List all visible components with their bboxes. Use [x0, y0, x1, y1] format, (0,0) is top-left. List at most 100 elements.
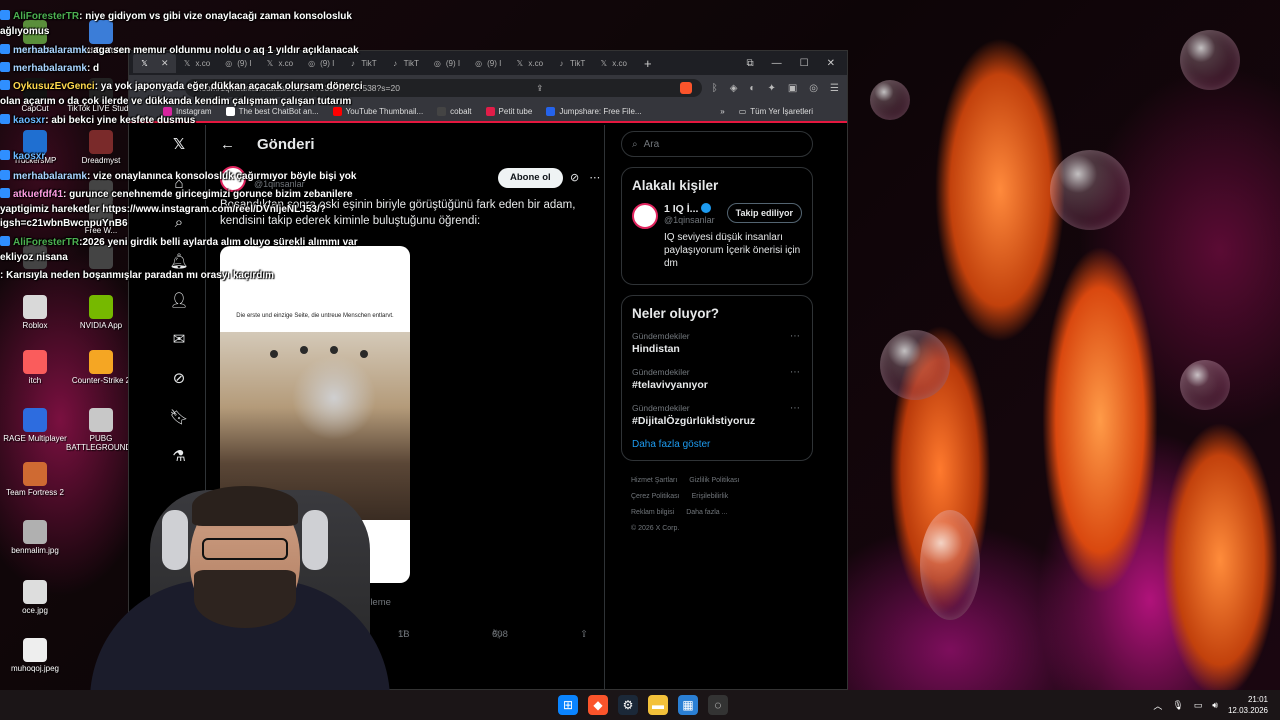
- tab-label: (9) I: [237, 58, 252, 68]
- bookmark-favicon-icon: [332, 106, 342, 116]
- trend-more-icon[interactable]: ⋯: [790, 331, 800, 342]
- trend-item[interactable]: Gündemdekiler #telavivyanıyor ⋯: [632, 367, 802, 391]
- bookmark-list: Instagram The best ChatBot an... YouTube T…: [163, 106, 642, 116]
- clock[interactable]: 21:01 12.03.2026: [1228, 694, 1268, 716]
- minimize-button[interactable]: —: [772, 58, 782, 69]
- close-window-button[interactable]: ✕: [827, 58, 835, 69]
- browser-tab[interactable]: ◎ (9) I: [217, 53, 258, 73]
- chat-text: ağlıyomus: [0, 26, 50, 37]
- browser-tab[interactable]: ◎ (9) I: [426, 53, 467, 73]
- wallet-icon[interactable]: ▣: [788, 83, 797, 94]
- bookmark-item[interactable]: The best ChatBot an...: [225, 106, 319, 116]
- following-button[interactable]: Takip ediliyor: [726, 203, 802, 223]
- desktop-shortcut[interactable]: RAGE Multiplayer: [0, 408, 70, 443]
- desktop-shortcut[interactable]: Team Fortress 2: [0, 462, 70, 497]
- desktop-shortcut[interactable]: itch: [0, 350, 70, 385]
- browser-tab[interactable]: 𝕏x.co: [508, 53, 550, 73]
- bluetooth-icon[interactable]: ᛒ: [712, 83, 718, 94]
- bookmark-item[interactable]: Jumpshare: Free File...: [546, 106, 642, 116]
- volume-icon[interactable]: 🔊︎: [1212, 700, 1218, 711]
- chat-username: merhabalaramk: [13, 45, 87, 56]
- app-icon[interactable]: ◌: [708, 695, 728, 715]
- bookmark-item[interactable]: YouTube Thumbnail...: [332, 106, 423, 116]
- notifications-icon[interactable]: 🔔︎: [169, 252, 189, 272]
- browser-tab[interactable]: ◎ (9) I: [467, 53, 508, 73]
- brave-browser-icon[interactable]: ◆: [588, 695, 608, 715]
- footer-link[interactable]: Çerez Politikası: [631, 493, 680, 500]
- app-icon: [23, 520, 47, 544]
- footer-link[interactable]: Erişilebilirlik: [692, 493, 729, 500]
- bookmark-item[interactable]: Petit tube: [485, 106, 532, 116]
- desktop-shortcut[interactable]: muhoqoj.jpeg: [0, 638, 70, 673]
- desktop-shortcut[interactable]: Counter-Strike 2: [66, 350, 136, 385]
- desktop-shortcut[interactable]: Roblox: [0, 295, 70, 330]
- messages-icon[interactable]: ✉: [169, 330, 189, 350]
- show-more-link[interactable]: Daha fazla göster: [632, 439, 802, 450]
- x-logo-icon[interactable]: 𝕏: [169, 135, 189, 155]
- chat-message: ağlıyomus: [0, 26, 49, 37]
- browser-tab[interactable]: ♪ TikT: [550, 53, 592, 73]
- footer-link[interactable]: Daha fazla ...: [686, 509, 727, 516]
- menu-icon[interactable]: ☰: [830, 83, 839, 94]
- maximize-button[interactable]: ☐: [800, 58, 809, 69]
- windows-start-icon[interactable]: ⊞: [558, 695, 578, 715]
- trend-item[interactable]: Gündemdekiler #DijitalÖzgürlükİstiyoruz ⋯: [632, 403, 802, 427]
- desktop-shortcut[interactable]: NVIDIA App: [66, 295, 136, 330]
- trend-topic: #DijitalÖzgürlükİstiyoruz: [632, 415, 756, 427]
- related-account[interactable]: 1 IQ İ... @1qinsanlar Takip ediliyor: [632, 203, 802, 229]
- file-explorer-icon[interactable]: ▬: [648, 695, 668, 715]
- install-icon[interactable]: ⇪: [536, 83, 543, 94]
- browser-tab[interactable]: ♪ TikT: [341, 53, 383, 73]
- chat-message: ekliyoz nisana: [0, 252, 68, 263]
- bookmark-label: Jumpshare: Free File...: [559, 106, 642, 116]
- trend-item[interactable]: Gündemdekiler Hindistan ⋯: [632, 331, 802, 355]
- desktop-shortcut[interactable]: Dreadmyst: [66, 130, 136, 165]
- leo-icon[interactable]: ◎: [809, 83, 818, 94]
- footer-link[interactable]: Hizmet Şartları: [631, 477, 677, 484]
- vpn-icon[interactable]: ◈: [730, 83, 738, 94]
- desktop-shortcut[interactable]: oce.jpg: [0, 580, 70, 615]
- browser-tab[interactable]: 𝕏 ✕: [133, 53, 176, 73]
- desktop-shortcut[interactable]: PUBG BATTLEGROUNDS: [66, 408, 137, 452]
- more-options-icon[interactable]: ⋯: [589, 171, 600, 184]
- new-tab-button[interactable]: +: [644, 56, 652, 71]
- bookmark-item[interactable]: cobalt: [437, 106, 472, 116]
- browser-tab[interactable]: 𝕏x.co: [176, 53, 218, 73]
- extensions-icon[interactable]: ⧉: [747, 58, 754, 69]
- extension-icon[interactable]: ◐: [749, 83, 755, 94]
- browser-tab[interactable]: 𝕏x.co: [592, 53, 634, 73]
- trend-more-icon[interactable]: ⋯: [790, 403, 800, 414]
- close-tab-icon[interactable]: ✕: [161, 58, 169, 69]
- footer-link[interactable]: Gizlilik Politikası: [689, 477, 739, 484]
- puzzle-icon[interactable]: ✦: [767, 83, 775, 94]
- headphone-left: [162, 510, 188, 570]
- explore-icon[interactable]: ⌕: [169, 213, 189, 233]
- share-icon[interactable]: ⇪: [580, 629, 588, 640]
- follow-icon[interactable]: 👤︎: [169, 291, 189, 311]
- bookmarks-icon[interactable]: 🔖︎: [169, 408, 189, 428]
- chat-text: : aga sen memur oldunmu noldu o aq 1 yıl…: [86, 45, 359, 56]
- tray-chevron-icon[interactable]: ︿: [1153, 699, 1162, 712]
- store-icon[interactable]: ▦: [678, 695, 698, 715]
- grok-explain-icon[interactable]: ⊘: [570, 171, 579, 184]
- search-input[interactable]: ⌕ Ara: [621, 131, 813, 157]
- browser-tab[interactable]: ◎ (9) I: [300, 53, 341, 73]
- browser-tab[interactable]: 𝕏x.co: [258, 53, 300, 73]
- trend-more-icon[interactable]: ⋯: [790, 367, 800, 378]
- grok-icon[interactable]: ⊘: [169, 369, 189, 389]
- brave-shield-icon[interactable]: [679, 82, 692, 94]
- desktop-shortcut[interactable]: benmalim.jpg: [0, 520, 70, 555]
- related-avatar[interactable]: [632, 203, 658, 229]
- all-bookmarks-folder[interactable]: ▭ Tüm Yer İşaretleri: [739, 107, 813, 116]
- microphone-icon[interactable]: 🎙︎: [1172, 700, 1183, 711]
- browser-tab[interactable]: ♪ TikT: [384, 53, 426, 73]
- bookmarks-overflow-icon[interactable]: »: [720, 107, 724, 116]
- back-arrow-icon[interactable]: ←: [220, 136, 235, 153]
- bookmark-favicon-icon: [225, 106, 235, 116]
- footer-link[interactable]: Reklam bilgisi: [631, 509, 674, 516]
- network-icon[interactable]: ▭: [1194, 700, 1203, 711]
- subscribe-button[interactable]: Abone ol: [498, 168, 563, 188]
- tab-favicon-icon: ♪: [393, 58, 398, 68]
- steam-icon[interactable]: ⚙: [618, 695, 638, 715]
- tab-label: (9) I: [487, 58, 502, 68]
